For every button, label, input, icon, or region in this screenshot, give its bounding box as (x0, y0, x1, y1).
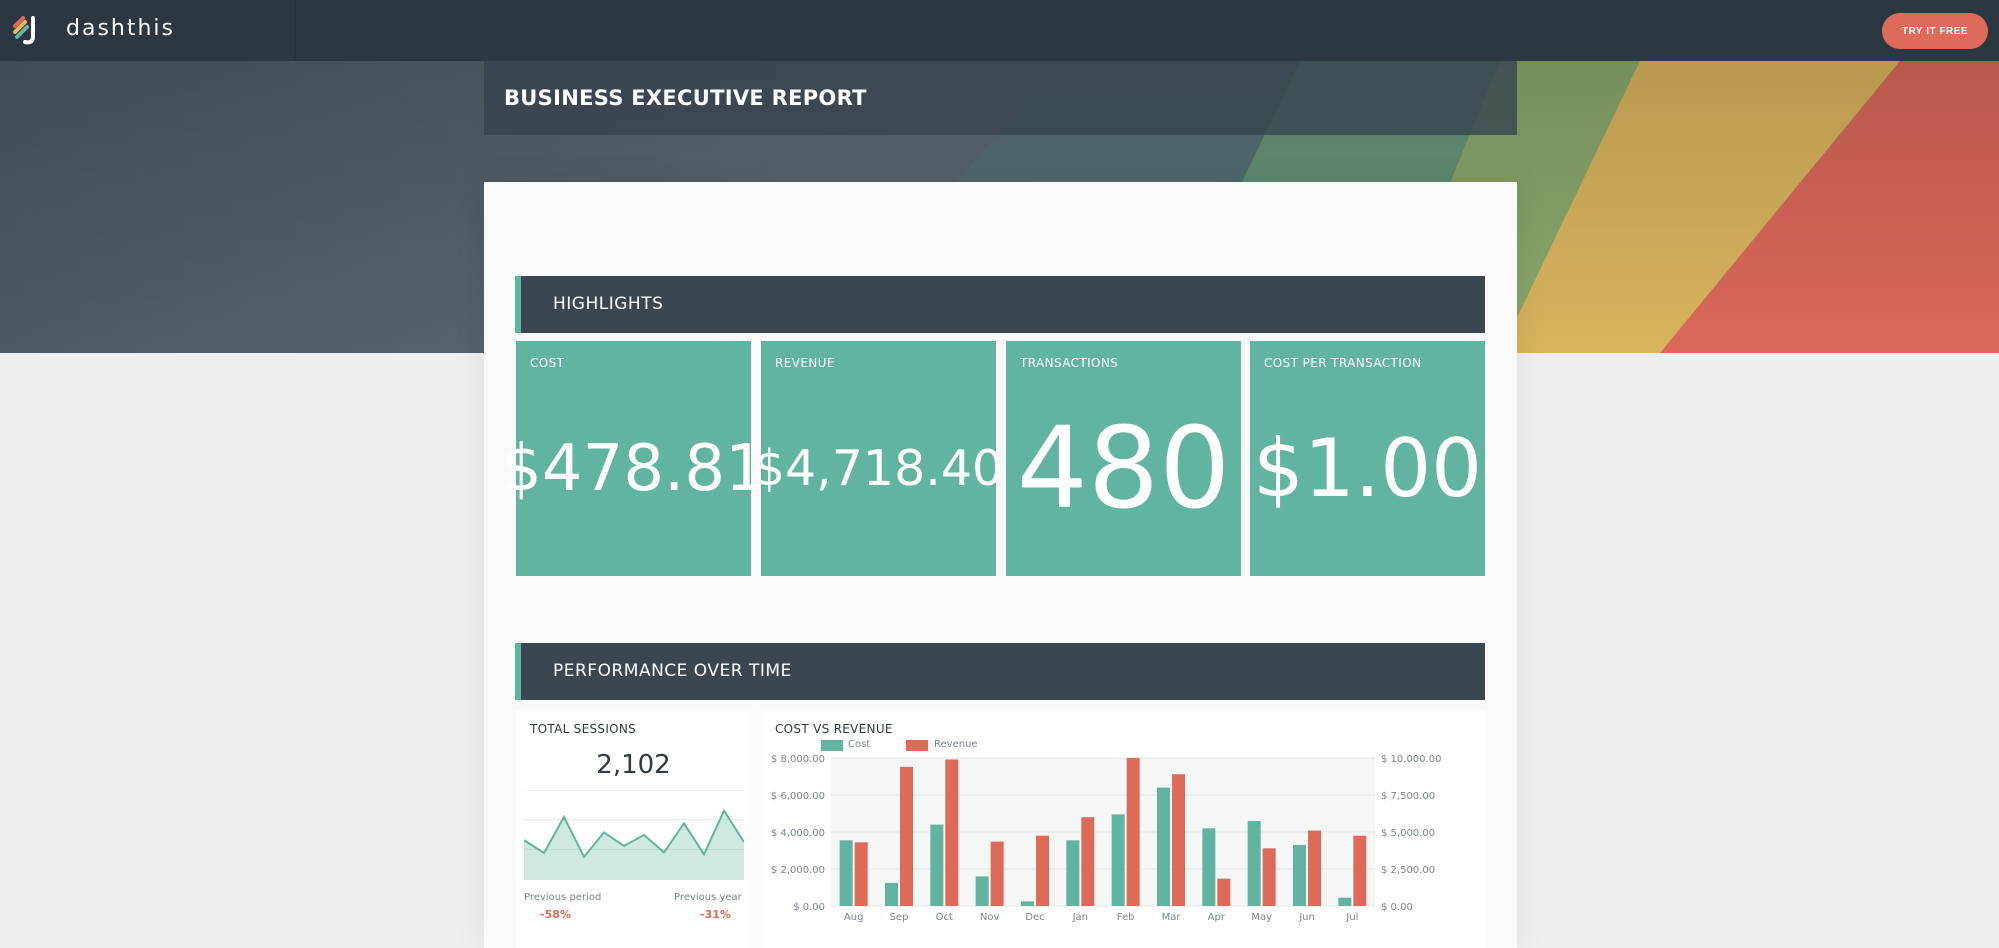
bar-cost (839, 840, 853, 906)
bar-revenue (900, 766, 913, 906)
previous-year-label: Previous year (674, 892, 742, 903)
bar-revenue (1126, 758, 1140, 906)
bar-revenue (1308, 830, 1321, 906)
x-tick-label: Jan (1072, 912, 1088, 923)
x-tick-label: Feb (1117, 912, 1135, 923)
bar-cost (1338, 897, 1352, 906)
bar-cost (1293, 844, 1306, 906)
top-nav-bar: dashthis TRY IT FREE (0, 0, 1999, 61)
previous-period-label: Previous period (524, 892, 602, 903)
report-title: BUSINESS EXECUTIVE REPORT (504, 86, 867, 110)
bar-revenue (945, 759, 959, 906)
bar-cost (885, 882, 898, 906)
bar-revenue (1217, 878, 1231, 906)
cost-vs-revenue-card[interactable]: COST VS REVENUE Cost Revenue $ 0.00 $ 2,0… (761, 710, 1485, 948)
y-left-tick-label: $ 4,000.00 (771, 828, 825, 839)
section-title: HIGHLIGHTS (553, 294, 664, 314)
kpi-value: $478.81 (501, 431, 766, 506)
try-it-free-button[interactable]: TRY IT FREE (1882, 13, 1988, 49)
dashthis-logo-icon (13, 16, 35, 45)
kpi-value: 480 (1016, 403, 1231, 534)
report-body: HIGHLIGHTS COST $478.81 REVENUE $4,718.4… (484, 182, 1517, 948)
x-tick-label: Apr (1208, 912, 1226, 923)
x-tick-label: Mar (1162, 912, 1182, 923)
y-right-tick-label: $ 5,000.00 (1381, 828, 1435, 839)
x-tick-label: Sep (890, 912, 909, 923)
sessions-value: 2,102 (596, 750, 671, 780)
total-sessions-card[interactable]: TOTAL SESSIONS 2,102 Previous period -58… (516, 710, 751, 948)
y-right-tick-label: $ 0.00 (1381, 902, 1413, 913)
section-title: PERFORMANCE OVER TIME (553, 661, 792, 681)
bar-cost (1021, 901, 1034, 906)
sessions-area (524, 810, 744, 880)
y-left-tick-label: $ 2,000.00 (771, 865, 825, 876)
x-tick-label: Jul (1345, 912, 1358, 923)
previous-period-pct: -58% (540, 908, 571, 921)
section-header-performance: PERFORMANCE OVER TIME (515, 643, 1485, 700)
bar-cost (1066, 840, 1080, 906)
x-tick-label: Jun (1298, 912, 1315, 923)
card-title: TOTAL SESSIONS (530, 722, 637, 736)
x-tick-label: Aug (844, 912, 864, 923)
x-tick-label: Nov (980, 912, 1000, 923)
bar-cost (1157, 787, 1170, 906)
logo-area[interactable]: dashthis (0, 0, 296, 61)
x-tick-label: May (1251, 912, 1272, 923)
report-title-bar: BUSINESS EXECUTIVE REPORT (484, 61, 1517, 135)
bar-cost (1202, 828, 1216, 906)
bar-cost (1111, 814, 1125, 906)
y-right-tick-label: $ 10,000.00 (1381, 754, 1441, 765)
y-left-tick-label: $ 0.00 (793, 902, 825, 913)
kpi-value: $4,718.40 (753, 440, 1004, 497)
x-tick-label: Oct (936, 912, 953, 923)
y-left-tick-label: $ 6,000.00 (771, 791, 825, 802)
kpi-transactions[interactable]: TRANSACTIONS 480 (1006, 341, 1241, 576)
bar-cost (930, 824, 944, 906)
kpi-cost[interactable]: COST $478.81 (501, 341, 766, 576)
bar-cost (1247, 820, 1261, 906)
kpi-cost-per-transaction[interactable]: COST PER TRANSACTION $1.00 (1250, 341, 1485, 576)
y-right-tick-label: $ 2,500.00 (1381, 865, 1435, 876)
x-tick-label: Dec (1025, 912, 1044, 923)
bar-revenue (1036, 835, 1049, 906)
y-left-tick-label: $ 8,000.00 (771, 754, 825, 765)
bar-revenue (1081, 817, 1095, 906)
bar-revenue (1262, 848, 1276, 906)
sessions-sparkline (524, 790, 744, 880)
bar-cost (975, 876, 989, 906)
section-header-highlights: HIGHLIGHTS (515, 276, 1485, 333)
cost-vs-revenue-chart: $ 0.00 $ 2,000.00 $ 4,000.00 $ 6,000.00 $ 8,… (771, 754, 1442, 923)
bar-revenue (854, 842, 868, 906)
previous-year-pct: -31% (700, 908, 731, 921)
y-right-tick-label: $ 7,500.00 (1381, 791, 1435, 802)
bar-revenue (1172, 774, 1185, 906)
kpi-value: $1.00 (1252, 422, 1483, 515)
bar-revenue (990, 841, 1004, 906)
kpi-revenue[interactable]: REVENUE $4,718.40 (753, 341, 1004, 576)
logo-text: dashthis (66, 16, 175, 41)
bar-revenue (1353, 835, 1367, 906)
